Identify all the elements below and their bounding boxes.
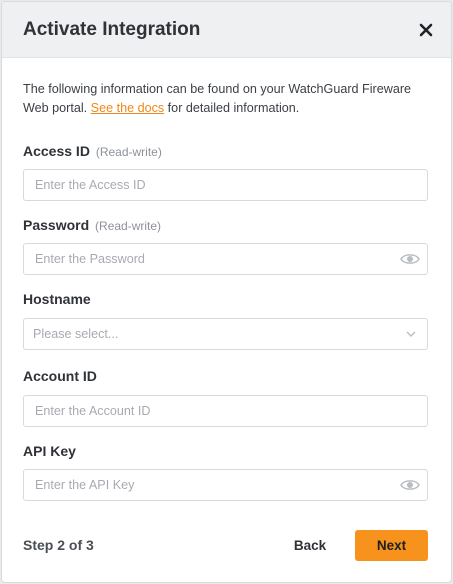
hostname-label: Hostname bbox=[23, 291, 91, 307]
account-id-input[interactable] bbox=[24, 396, 427, 426]
hostname-label-text: Hostname bbox=[23, 291, 91, 307]
eye-icon[interactable] bbox=[400, 252, 420, 266]
description: The following information can be found o… bbox=[23, 80, 428, 118]
access-id-label: Access ID (Read-write) bbox=[23, 143, 162, 159]
access-id-label-text: Access ID bbox=[23, 143, 90, 159]
activate-integration-dialog: Activate Integration The following infor… bbox=[1, 1, 452, 583]
docs-link[interactable]: See the docs bbox=[91, 101, 165, 115]
close-button[interactable] bbox=[413, 17, 439, 43]
step-indicator: Step 2 of 3 bbox=[23, 537, 94, 553]
dialog-title: Activate Integration bbox=[23, 19, 201, 40]
password-label: Password (Read-write) bbox=[23, 217, 161, 233]
next-button[interactable]: Next bbox=[355, 530, 428, 561]
description-text-end: for detailed information. bbox=[164, 101, 300, 115]
hostname-selected-value: Please select... bbox=[33, 327, 119, 341]
password-label-text: Password bbox=[23, 217, 90, 233]
access-id-hint: (Read-write) bbox=[95, 145, 162, 159]
password-input[interactable] bbox=[24, 244, 427, 274]
account-id-label-text: Account ID bbox=[23, 368, 97, 384]
chevron-down-icon bbox=[406, 331, 416, 337]
account-id-label: Account ID bbox=[23, 368, 97, 384]
api-key-label-text: API Key bbox=[23, 443, 76, 459]
password-field[interactable] bbox=[23, 243, 428, 275]
access-id-input[interactable] bbox=[24, 170, 427, 200]
hostname-select[interactable]: Please select... bbox=[23, 318, 428, 350]
close-icon bbox=[419, 23, 433, 37]
password-hint: (Read-write) bbox=[95, 219, 162, 233]
dialog-header: Activate Integration bbox=[2, 2, 451, 58]
api-key-label: API Key bbox=[23, 443, 76, 459]
api-key-input[interactable] bbox=[24, 470, 427, 500]
account-id-field[interactable] bbox=[23, 395, 428, 427]
eye-icon[interactable] bbox=[400, 478, 420, 492]
access-id-field[interactable] bbox=[23, 169, 428, 201]
back-button[interactable]: Back bbox=[282, 530, 338, 561]
api-key-field[interactable] bbox=[23, 469, 428, 501]
